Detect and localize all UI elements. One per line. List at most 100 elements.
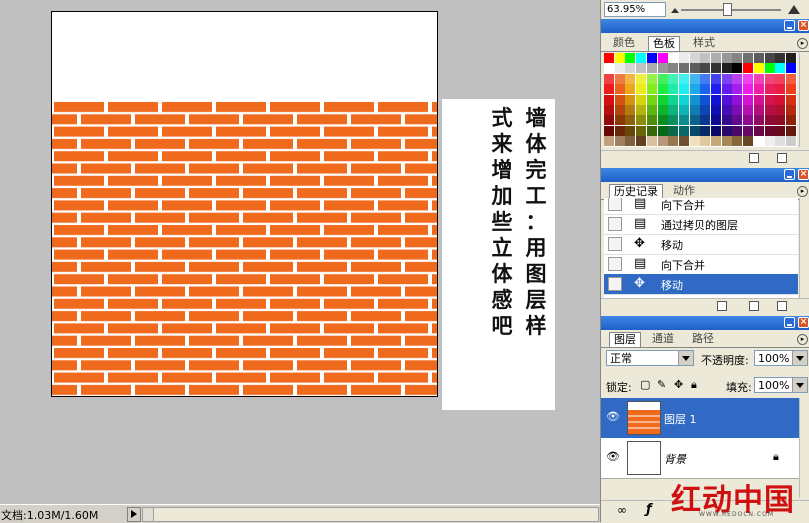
tab-actions[interactable]: 动作 xyxy=(669,184,699,198)
color-swatch[interactable] xyxy=(743,115,754,126)
color-swatch[interactable] xyxy=(753,73,764,84)
trash-icon[interactable] xyxy=(777,301,787,311)
snapshot-checkbox[interactable] xyxy=(608,237,622,251)
color-swatch[interactable] xyxy=(721,94,732,105)
color-swatch[interactable] xyxy=(689,115,700,126)
color-swatch[interactable] xyxy=(646,105,657,115)
color-swatch[interactable] xyxy=(711,84,721,95)
color-swatch[interactable] xyxy=(657,63,668,74)
color-swatch[interactable] xyxy=(785,63,796,74)
new-document-icon[interactable] xyxy=(717,301,727,311)
color-swatch[interactable] xyxy=(732,53,743,63)
color-swatch[interactable] xyxy=(636,115,647,126)
color-swatch[interactable] xyxy=(636,73,647,84)
color-swatch[interactable] xyxy=(614,63,625,74)
color-swatch[interactable] xyxy=(700,94,711,105)
color-swatch[interactable] xyxy=(657,73,668,84)
color-swatch[interactable] xyxy=(711,63,721,74)
color-swatch[interactable] xyxy=(668,136,679,147)
color-swatch[interactable] xyxy=(700,73,711,84)
minimize-icon[interactable] xyxy=(784,317,795,328)
color-swatch[interactable] xyxy=(668,84,679,95)
color-swatch[interactable] xyxy=(657,125,668,136)
color-swatch[interactable] xyxy=(764,53,775,63)
color-swatch[interactable] xyxy=(678,115,689,126)
zoom-in-icon[interactable] xyxy=(788,5,800,14)
color-swatch[interactable] xyxy=(711,73,721,84)
color-swatch[interactable] xyxy=(775,105,786,115)
color-swatch[interactable] xyxy=(775,63,786,74)
swatches-scrollbar[interactable] xyxy=(799,53,809,147)
color-swatch[interactable] xyxy=(646,94,657,105)
history-item[interactable]: ▤ 向下合并 xyxy=(604,254,798,275)
color-swatch[interactable] xyxy=(604,63,614,74)
layer-style-icon[interactable]: ƒ xyxy=(646,502,652,517)
tab-layers[interactable]: 图层 xyxy=(609,332,641,347)
tab-styles[interactable]: 样式 xyxy=(689,36,719,50)
color-swatch[interactable] xyxy=(732,105,743,115)
color-swatch[interactable] xyxy=(775,73,786,84)
lock-move-icon[interactable]: ✥ xyxy=(674,378,683,391)
color-swatch[interactable] xyxy=(700,63,711,74)
color-swatch[interactable] xyxy=(678,94,689,105)
color-swatch[interactable] xyxy=(764,73,775,84)
color-swatch[interactable] xyxy=(614,105,625,115)
color-swatch[interactable] xyxy=(678,125,689,136)
lock-paint-icon[interactable]: ✎ xyxy=(657,378,666,391)
color-swatch[interactable] xyxy=(604,94,614,105)
color-swatch[interactable] xyxy=(678,53,689,63)
color-swatch[interactable] xyxy=(625,73,636,84)
color-swatch[interactable] xyxy=(775,125,786,136)
color-swatch[interactable] xyxy=(775,115,786,126)
color-swatch[interactable] xyxy=(646,115,657,126)
color-swatch[interactable] xyxy=(785,105,796,115)
color-swatch[interactable] xyxy=(689,73,700,84)
color-swatch[interactable] xyxy=(657,136,668,147)
color-swatch[interactable] xyxy=(689,84,700,95)
history-item[interactable]: ✥ 移动 xyxy=(604,234,798,255)
color-swatch[interactable] xyxy=(668,73,679,84)
color-swatch[interactable] xyxy=(700,136,711,147)
color-swatch[interactable] xyxy=(785,125,796,136)
color-swatch[interactable] xyxy=(753,63,764,74)
blend-mode-select[interactable]: 正常 xyxy=(606,350,694,366)
color-swatch[interactable] xyxy=(646,84,657,95)
panel-menu-icon[interactable]: ▸ xyxy=(797,334,808,345)
color-swatch[interactable] xyxy=(689,94,700,105)
color-swatch[interactable] xyxy=(775,136,786,147)
color-swatch[interactable] xyxy=(625,105,636,115)
color-swatch[interactable] xyxy=(764,63,775,74)
color-swatch[interactable] xyxy=(636,125,647,136)
color-swatch[interactable] xyxy=(732,63,743,74)
swatches-title-bar[interactable]: × xyxy=(601,19,809,33)
tab-color[interactable]: 颜色 xyxy=(609,36,639,50)
color-swatch[interactable] xyxy=(678,105,689,115)
color-swatch[interactable] xyxy=(753,105,764,115)
color-swatch[interactable] xyxy=(764,94,775,105)
color-swatch[interactable] xyxy=(711,136,721,147)
color-swatch[interactable] xyxy=(785,84,796,95)
history-item[interactable]: ▤ 通过拷贝的图层 xyxy=(604,214,798,235)
color-swatch[interactable] xyxy=(636,63,647,74)
color-swatch[interactable] xyxy=(604,84,614,95)
color-swatch[interactable] xyxy=(721,105,732,115)
color-swatch[interactable] xyxy=(678,84,689,95)
color-swatch[interactable] xyxy=(636,53,647,63)
color-swatch[interactable] xyxy=(604,105,614,115)
new-swatch-icon[interactable] xyxy=(749,153,759,163)
layer-row-layer-1[interactable]: 👁︎ 图层 1 xyxy=(601,398,801,439)
lock-transparency-icon[interactable]: ▢ xyxy=(640,378,650,391)
color-swatch[interactable] xyxy=(753,53,764,63)
color-swatch[interactable] xyxy=(775,84,786,95)
color-swatch[interactable] xyxy=(753,125,764,136)
color-swatch[interactable] xyxy=(732,136,743,147)
color-swatch[interactable] xyxy=(604,53,614,63)
color-swatch[interactable] xyxy=(743,53,754,63)
panel-menu-icon[interactable]: ▸ xyxy=(797,38,808,49)
tab-channels[interactable]: 通道 xyxy=(648,332,678,346)
close-icon[interactable]: × xyxy=(798,317,809,328)
color-swatch[interactable] xyxy=(657,105,668,115)
color-swatch[interactable] xyxy=(732,73,743,84)
color-swatch[interactable] xyxy=(700,125,711,136)
color-swatch[interactable] xyxy=(721,136,732,147)
